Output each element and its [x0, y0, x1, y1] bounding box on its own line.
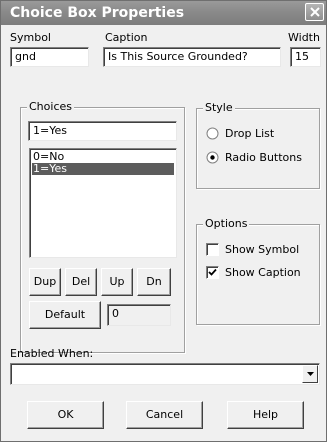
up-button[interactable]: Up	[101, 268, 133, 296]
show-symbol-label[interactable]: Show Symbol	[225, 243, 299, 256]
dn-button[interactable]: Dn	[137, 268, 171, 296]
show-caption-checkbox[interactable]	[206, 266, 219, 279]
show-symbol-checkbox[interactable]	[206, 243, 219, 256]
style-group: Style	[196, 101, 320, 189]
chevron-down-icon	[307, 372, 314, 376]
enabled-when-combobox[interactable]	[10, 363, 320, 385]
radio-buttons-label[interactable]: Radio Buttons	[225, 151, 302, 164]
choice-edit-input[interactable]: 1=Yes	[28, 121, 177, 141]
caption-label: Caption	[105, 31, 148, 44]
default-button[interactable]: Default	[29, 301, 101, 329]
radio-buttons-radio[interactable]	[206, 151, 219, 164]
title-bar[interactable]: Choice Box Properties	[1, 1, 326, 25]
cancel-button[interactable]: Cancel	[126, 401, 203, 429]
caption-input[interactable]: Is This Source Grounded?	[103, 47, 281, 67]
close-button[interactable]	[305, 3, 324, 21]
choices-group-title: Choices	[27, 100, 74, 113]
width-input[interactable]: 15	[290, 47, 321, 67]
dup-button[interactable]: Dup	[29, 268, 61, 296]
list-item-selected[interactable]: 1=Yes	[32, 163, 174, 175]
style-group-title: Style	[203, 101, 235, 114]
width-label: Width	[288, 31, 320, 44]
del-button[interactable]: Del	[65, 268, 97, 296]
default-value-field[interactable]: 0	[107, 304, 171, 326]
symbol-label: Symbol	[10, 31, 51, 44]
dropdown-button[interactable]	[302, 365, 318, 383]
window-title: Choice Box Properties	[10, 5, 185, 21]
enabled-when-label: Enabled When:	[10, 347, 94, 360]
close-icon	[310, 7, 320, 17]
drop-list-label[interactable]: Drop List	[225, 127, 274, 140]
symbol-input[interactable]: gnd	[10, 47, 89, 67]
choices-listbox[interactable]: 0=No 1=Yes	[29, 148, 177, 258]
dialog-window: Choice Box Properties Symbol gnd Caption…	[0, 0, 327, 442]
options-group-title: Options	[203, 217, 250, 230]
drop-list-radio[interactable]	[206, 127, 219, 140]
ok-button[interactable]: OK	[27, 401, 104, 429]
help-button[interactable]: Help	[227, 401, 304, 429]
show-caption-label[interactable]: Show Caption	[225, 266, 301, 279]
checkmark-icon	[208, 268, 217, 276]
